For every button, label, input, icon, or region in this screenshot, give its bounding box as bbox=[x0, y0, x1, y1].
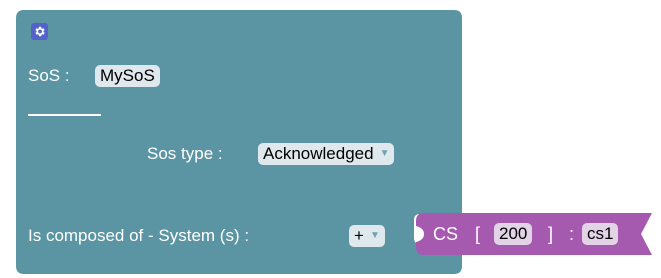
cs-open-bracket: [ bbox=[475, 224, 481, 244]
chevron-down-icon: ▼ bbox=[379, 147, 390, 159]
sos-type-value: Acknowledged bbox=[263, 144, 374, 163]
gear-icon bbox=[35, 26, 45, 37]
cs-name-field[interactable]: cs1 bbox=[582, 223, 619, 245]
cs-label: CS bbox=[433, 224, 459, 244]
add-value: + bbox=[354, 226, 364, 245]
sos-type-dropdown[interactable]: Acknowledged ▼ bbox=[258, 143, 395, 165]
cs-close-bracket: ] bbox=[548, 224, 554, 244]
cs-colon: : bbox=[569, 224, 575, 244]
sos-type-label: Sos type : bbox=[147, 144, 223, 163]
cs-count-field[interactable]: 200 bbox=[494, 223, 533, 245]
composed-of-label: Is composed of - System (s) : bbox=[28, 226, 250, 245]
mutator-gear-button[interactable] bbox=[31, 23, 48, 40]
chevron-down-icon: ▼ bbox=[369, 229, 380, 241]
sos-label: SoS : bbox=[28, 66, 70, 85]
sos-name-field[interactable]: MySoS bbox=[95, 65, 160, 87]
separator-line bbox=[28, 114, 101, 116]
add-system-dropdown[interactable]: + ▼ bbox=[349, 225, 385, 247]
